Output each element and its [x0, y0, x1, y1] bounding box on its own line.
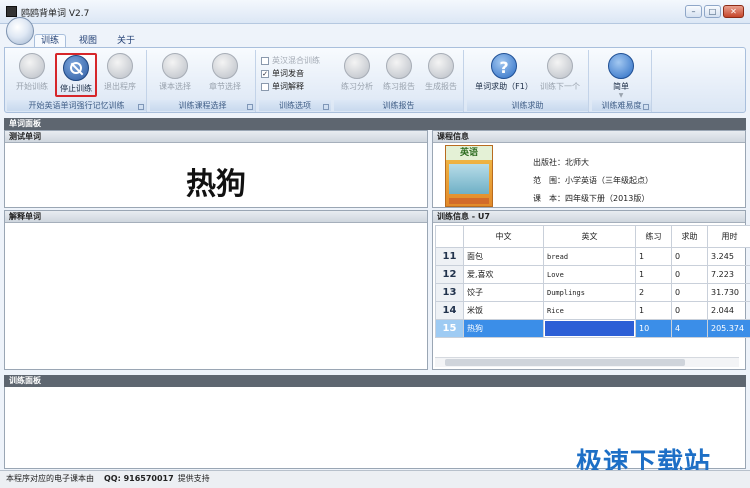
generate-report-button[interactable]: 生成报告	[420, 53, 462, 97]
group-label-options: 训练选项	[259, 100, 331, 111]
scope-text: 范 围：小学英语（三年级起点）	[533, 176, 653, 185]
textbook-cover: 英语	[445, 145, 493, 207]
test-word-title: 测试单词	[5, 131, 427, 143]
cover-title: 英语	[446, 146, 492, 160]
course-info-panel: 课程信息 英语 出版社：北师大 范 围：小学英语（三年级起点） 课 本：四年级下…	[432, 130, 746, 208]
minimize-button[interactable]: –	[685, 5, 702, 18]
status-bar: 本程序对应的电子课本由 QQ: 916570017 提供支持	[0, 470, 750, 488]
table-row[interactable]: 13 饺子 Dumplings 2 0 31.730	[435, 283, 750, 302]
difficulty-simple-button[interactable]: 简单 ▼	[600, 53, 642, 99]
title-bar: 鸥鸥背单词 V2.7 – □ ✕	[0, 0, 750, 24]
maximize-button[interactable]: □	[704, 5, 721, 18]
tab-view[interactable]: 视图	[72, 34, 104, 48]
window-title: 鸥鸥背单词 V2.7	[21, 9, 90, 19]
group-course-select: 课本选择 章节选择 训练课程选择	[150, 50, 256, 112]
book-icon	[162, 53, 188, 79]
book-text: 课 本：四年级下册（2013版）	[533, 194, 650, 203]
chapter-icon	[212, 53, 238, 79]
word-help-button[interactable]: ? 单词求助（F1）	[475, 53, 533, 97]
practice-analysis-button[interactable]: 练习分析	[336, 53, 378, 97]
training-info-panel: 训练信息 - U7 中文 英文 练习 求助 用时 11 面包 bread 1 0…	[432, 210, 750, 370]
app-icon	[6, 6, 17, 17]
training-options: 英汉混合训练 ✓ 单词发音 单词解释	[261, 54, 327, 93]
word-panel-header: 单词面板	[4, 118, 746, 130]
report-icon	[386, 53, 412, 79]
pronunciation-checkbox[interactable]: ✓ 单词发音	[261, 67, 327, 80]
group-report: 练习分析 练习报告 生成报告 训练报告	[334, 50, 464, 112]
table-header-row: 中文 英文 练习 求助 用时	[435, 225, 750, 248]
exit-program-button[interactable]: 退出程序	[99, 53, 141, 97]
horizontal-scrollbar[interactable]	[435, 357, 739, 367]
group-label-help: 训练求助	[467, 100, 588, 111]
group-launcher-icon[interactable]	[138, 104, 144, 110]
table-row-selected[interactable]: 15 热狗 10 4 205.374	[435, 319, 750, 338]
group-difficulty: 简单 ▼ 训练难易度	[592, 50, 652, 112]
next-training-button[interactable]: 训练下一个	[539, 53, 581, 97]
start-training-button[interactable]: 开始训练	[11, 53, 53, 97]
training-table: 中文 英文 练习 求助 用时 11 面包 bread 1 0 3.245 12 …	[435, 225, 750, 338]
group-label-course: 训练课程选择	[150, 100, 255, 111]
next-icon	[547, 53, 573, 79]
group-launcher-icon[interactable]	[247, 104, 253, 110]
column-header[interactable]: 用时	[707, 225, 750, 248]
group-memory-training: 开始训练 停止训练 退出程序 开始英语单词强行记忆训练	[7, 50, 147, 112]
table-row[interactable]: 14 米饭 Rice 1 0 2.044	[435, 301, 750, 320]
group-launcher-icon[interactable]	[323, 104, 329, 110]
training-info-title: 训练信息 - U7	[433, 211, 745, 223]
tab-about[interactable]: 关于	[110, 34, 142, 48]
column-header[interactable]: 英文	[543, 225, 636, 248]
chevron-down-icon: ▼	[618, 92, 624, 99]
explain-word-title: 解释单词	[5, 211, 427, 223]
stop-training-button[interactable]: 停止训练	[55, 53, 97, 97]
column-header[interactable]: 练习	[635, 225, 672, 248]
explain-word-panel: 解释单词	[4, 210, 428, 370]
book-select-button[interactable]: 课本选择	[154, 53, 196, 97]
ribbon: 开始训练 停止训练 退出程序 开始英语单词强行记忆训练 课本选择 章节选择 训练…	[4, 47, 746, 113]
chapter-select-button[interactable]: 章节选择	[204, 53, 246, 97]
table-row[interactable]: 11 面包 bread 1 0 3.245	[435, 247, 750, 266]
stop-icon	[63, 55, 89, 81]
application-menu-orb[interactable]	[6, 17, 34, 45]
group-help: ? 单词求助（F1） 训练下一个 训练求助	[467, 50, 589, 112]
tab-training[interactable]: 训练	[34, 34, 67, 48]
course-info-title: 课程信息	[433, 131, 745, 143]
group-label-report: 训练报告	[334, 100, 463, 111]
test-word-panel: 测试单词 热狗	[4, 130, 428, 208]
close-button[interactable]: ✕	[723, 5, 744, 18]
test-word: 热狗	[186, 167, 246, 202]
english-answer-cell[interactable]	[543, 319, 636, 338]
explanation-checkbox[interactable]: 单词解释	[261, 80, 327, 93]
group-label-memory: 开始英语单词强行记忆训练	[7, 100, 146, 111]
ribbon-tabs: 训练 视图 关于	[34, 34, 142, 48]
column-header[interactable]: 求助	[671, 225, 708, 248]
star-icon	[344, 53, 370, 79]
power-icon	[107, 53, 133, 79]
status-suffix: 提供支持	[177, 474, 210, 483]
column-header[interactable]: 中文	[463, 225, 544, 248]
training-panel-header: 训练面板	[4, 375, 746, 387]
practice-report-button[interactable]: 练习报告	[378, 53, 420, 97]
pen-icon	[428, 53, 454, 79]
status-qq: QQ: 916570017	[104, 474, 174, 483]
mixed-training-checkbox[interactable]: 英汉混合训练	[261, 54, 327, 67]
play-icon	[19, 53, 45, 79]
table-row[interactable]: 12 爱,喜欢 Love 1 0 7.223	[435, 265, 750, 284]
group-launcher-icon[interactable]	[643, 104, 649, 110]
question-icon: ?	[491, 53, 517, 79]
status-text: 本程序对应的电子课本由	[6, 474, 94, 483]
publisher-text: 出版社：北师大	[533, 158, 589, 167]
search-icon	[608, 53, 634, 79]
